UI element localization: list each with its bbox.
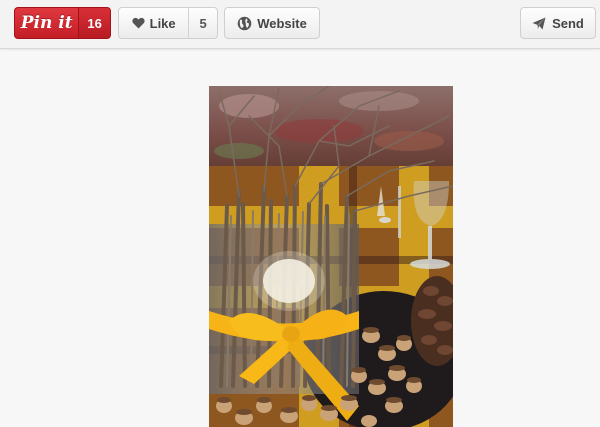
send-button[interactable]: Send [520, 7, 596, 39]
website-label: Website [257, 15, 307, 31]
heart-icon [132, 17, 145, 29]
action-toolbar: Pin it 16 Like 5 Website Send [0, 0, 600, 49]
like-main[interactable]: Like [119, 8, 188, 38]
pin-it-button[interactable]: Pin it 16 [14, 7, 111, 39]
paper-plane-icon [532, 17, 546, 30]
like-label: Like [149, 15, 176, 31]
globe-icon [237, 16, 252, 31]
send-label: Send [552, 15, 584, 31]
like-count: 5 [188, 8, 217, 38]
pin-image[interactable] [209, 86, 453, 427]
pin-it-label: Pin it [20, 13, 73, 33]
centerpiece-photo [209, 86, 453, 427]
like-button[interactable]: Like 5 [118, 7, 218, 39]
pin-count: 16 [78, 8, 110, 38]
website-button[interactable]: Website [224, 7, 320, 39]
